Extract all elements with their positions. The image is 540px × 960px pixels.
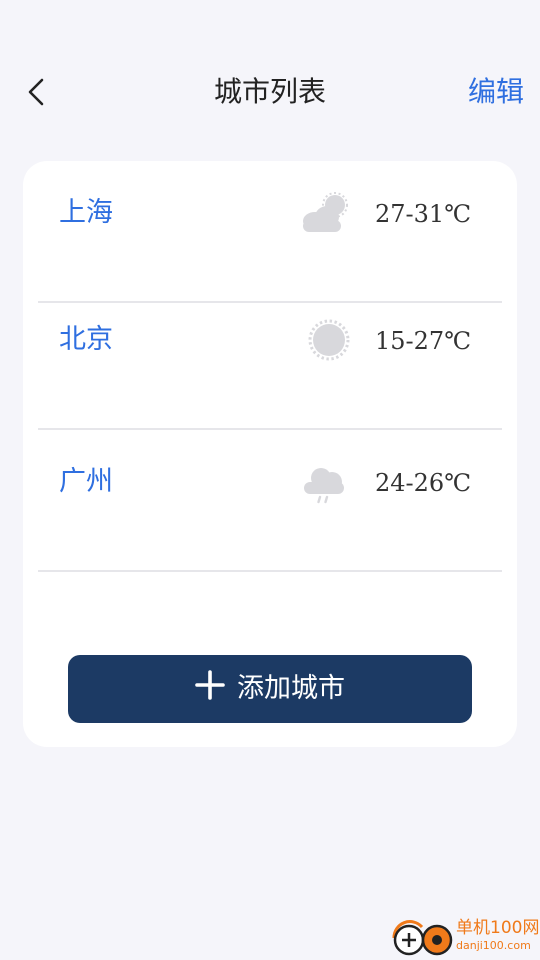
temperature-range: 15-27℃ — [375, 327, 472, 355]
rain-icon — [304, 468, 344, 504]
sun-icon — [308, 319, 350, 361]
plus-icon — [195, 670, 225, 700]
city-name: 北京 — [59, 324, 113, 355]
page-title: 城市列表 — [213, 75, 326, 108]
site-watermark: 单机100网 danji100.com — [390, 916, 540, 960]
temperature-range: 27-31℃ — [375, 200, 472, 228]
row-divider — [38, 570, 502, 572]
watermark-url: danji100.com — [456, 939, 531, 952]
watermark-title: 单机100网 — [456, 918, 540, 938]
city-row-shanghai[interactable]: 上海 27-31℃ — [38, 161, 502, 303]
header-bar: 城市列表 编辑 — [0, 60, 540, 124]
city-row-guangzhou[interactable]: 广州 24-26℃ — [38, 430, 502, 572]
city-row-beijing[interactable]: 北京 15-27℃ — [38, 288, 502, 430]
city-name: 广州 — [59, 466, 113, 497]
watermark-logo-icon — [392, 920, 453, 956]
city-list-card: 上海 27-31℃ 北京 15-27℃ 广州 24-26℃ 添加城市 — [23, 161, 517, 747]
add-city-label: 添加城市 — [237, 673, 345, 704]
temperature-range: 24-26℃ — [375, 469, 472, 497]
cloudy-icon — [303, 192, 348, 232]
edit-button[interactable]: 编辑 — [468, 74, 524, 110]
add-city-button[interactable]: 添加城市 — [68, 655, 472, 723]
city-name: 上海 — [59, 197, 113, 228]
